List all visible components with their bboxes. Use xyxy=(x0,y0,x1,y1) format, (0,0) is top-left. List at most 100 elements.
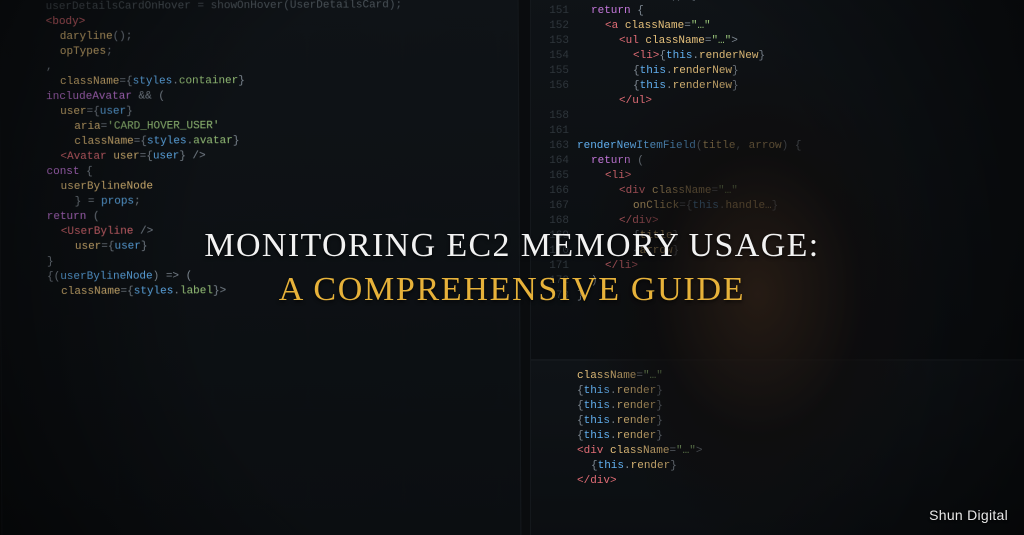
hero-image: userDetailsCardOnHover = showOnHover(Use… xyxy=(0,0,1024,535)
line-number xyxy=(541,429,569,444)
code-line: {this.render} xyxy=(541,399,1024,414)
code-content: user={user} xyxy=(46,105,133,120)
line-number xyxy=(10,60,38,75)
code-content: </ul> xyxy=(577,94,652,109)
code-content: } = props; xyxy=(47,195,141,210)
line-number xyxy=(541,444,569,459)
line-number xyxy=(11,240,39,255)
code-content: opTypes; xyxy=(46,45,113,60)
code-content: {this.renderNew} xyxy=(577,79,739,94)
code-content: daryline(); xyxy=(46,30,133,45)
code-line: 155 {this.renderNew} xyxy=(541,64,1024,79)
line-number: 166 xyxy=(541,184,569,199)
code-line: 151 return { xyxy=(541,4,1024,19)
line-number: 161 xyxy=(541,124,569,139)
code-content: <Avatar user={user} /> xyxy=(46,149,205,165)
code-content: , xyxy=(46,60,53,75)
code-content: <li> xyxy=(577,169,631,184)
code-content: className={styles.avatar} xyxy=(46,134,239,150)
line-number: 163 xyxy=(541,139,569,154)
code-content: {this.render} xyxy=(577,384,663,399)
line-number xyxy=(11,255,39,270)
line-number: 154 xyxy=(541,49,569,64)
line-number xyxy=(541,459,569,474)
code-line: 153 <ul className="…"> xyxy=(541,34,1024,49)
code-line: 164 return ( xyxy=(541,154,1024,169)
line-number xyxy=(10,45,38,60)
code-line: 166 <div className="…" xyxy=(541,184,1024,199)
code-line: {this.render} xyxy=(541,384,1024,399)
line-number: 155 xyxy=(541,64,569,79)
title-line-2: A COMPREHENSIVE GUIDE xyxy=(82,271,942,309)
code-line: <div className="…"> xyxy=(541,444,1024,459)
line-number xyxy=(10,105,38,120)
line-number xyxy=(11,210,39,225)
code-content: <div className="…" xyxy=(577,184,738,199)
code-content: onClick={this.handle…} xyxy=(577,199,778,214)
code-content: {this.render} xyxy=(577,429,663,444)
code-content: {this.render} xyxy=(577,459,677,474)
line-number: 153 xyxy=(541,34,569,49)
code-line: 161 xyxy=(541,124,1024,139)
code-line: 158 xyxy=(541,109,1024,124)
line-number xyxy=(11,195,39,210)
line-number xyxy=(10,90,38,105)
line-number xyxy=(541,384,569,399)
code-content: {this.render} xyxy=(577,414,663,429)
line-number xyxy=(11,180,39,195)
code-content: return ( xyxy=(577,154,644,169)
code-content: const { xyxy=(46,165,92,180)
code-line: </div> xyxy=(541,474,1024,489)
code-content: <body> xyxy=(46,15,86,30)
line-number: 151 xyxy=(541,4,569,19)
code-line: 165 <li> xyxy=(541,169,1024,184)
code-content: {this.renderNew} xyxy=(577,64,739,79)
line-number xyxy=(11,285,39,300)
line-number xyxy=(10,15,38,30)
code-content: } xyxy=(47,255,54,270)
code-line: {this.render} xyxy=(541,459,1024,474)
code-content: <a className="…" xyxy=(577,19,711,34)
code-content: className={styles.container} xyxy=(46,74,245,90)
line-number xyxy=(10,150,38,165)
line-number xyxy=(10,30,38,45)
title-line-1: MONITORING EC2 MEMORY USAGE: xyxy=(82,227,942,265)
line-number: 165 xyxy=(541,169,569,184)
line-number: 164 xyxy=(541,154,569,169)
code-line: {this.render} xyxy=(541,414,1024,429)
line-number: 167 xyxy=(541,199,569,214)
line-number xyxy=(541,369,569,384)
line-number xyxy=(11,270,39,285)
code-content: {this.render} xyxy=(577,399,663,414)
code-content: renderNewItemField(title, arrow) { xyxy=(577,139,801,154)
code-line: {this.render} xyxy=(541,429,1024,444)
code-line: 167 onClick={this.handle…} xyxy=(541,199,1024,214)
line-number xyxy=(11,225,39,240)
line-number xyxy=(10,75,38,90)
code-content: <div className="…"> xyxy=(577,444,702,459)
code-line: 156 {this.renderNew} xyxy=(541,79,1024,94)
code-content: <li>{this.renderNew} xyxy=(577,49,765,64)
title-block: MONITORING EC2 MEMORY USAGE: A COMPREHEN… xyxy=(82,227,942,309)
line-number: 158 xyxy=(541,109,569,124)
line-number xyxy=(10,120,38,135)
code-content: className="…" xyxy=(577,369,663,384)
code-content: </div> xyxy=(577,474,617,489)
line-number xyxy=(10,0,38,15)
line-number: 156 xyxy=(541,79,569,94)
line-number xyxy=(541,399,569,414)
code-line: className="…" xyxy=(541,369,1024,384)
line-number xyxy=(10,165,38,180)
line-number xyxy=(541,414,569,429)
line-number: 152 xyxy=(541,19,569,34)
code-line: </ul> xyxy=(541,94,1024,109)
code-content: includeAvatar && ( xyxy=(46,89,165,105)
line-number xyxy=(10,135,38,150)
code-line: 154 <li>{this.renderNew} xyxy=(541,49,1024,64)
code-content: userDetailsCardOnHover = showOnHover(Use… xyxy=(46,0,403,15)
code-content: return { xyxy=(577,4,644,19)
code-content: aria='CARD_HOVER_USER' xyxy=(46,119,219,135)
code-content: userBylineNode xyxy=(47,180,153,196)
code-line: 152 <a className="…" xyxy=(541,19,1024,34)
code-content: <ul className="…"> xyxy=(577,34,738,49)
